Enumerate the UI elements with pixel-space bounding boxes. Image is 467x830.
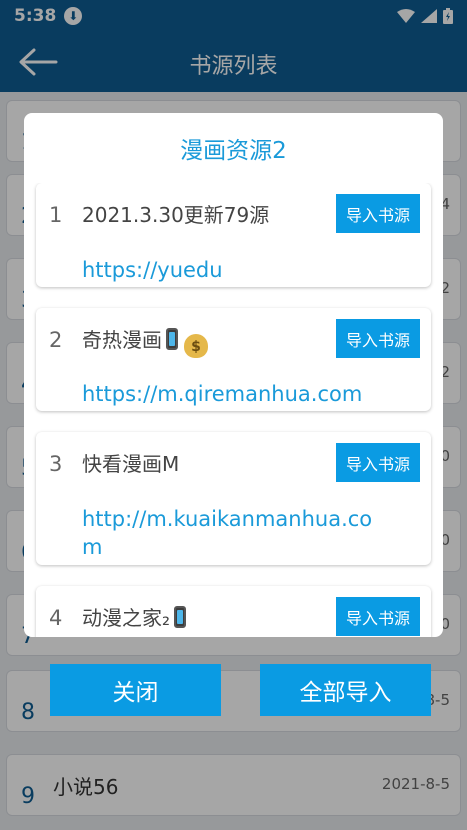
- source-list[interactable]: 1 2021.3.30更新79源 https://yuedu 导入书源 2 奇热…: [24, 183, 443, 637]
- dialog-title: 漫画资源2: [180, 138, 287, 164]
- source-card: 3 快看漫画M http://m.kuaikanmanhua.com 导入书源: [36, 432, 431, 565]
- money-bag-icon: $: [184, 334, 208, 358]
- source-index: 4: [49, 606, 63, 630]
- close-button[interactable]: 关闭: [50, 664, 221, 716]
- source-url[interactable]: https://yuedu: [82, 256, 382, 284]
- import-source-button[interactable]: 导入书源: [336, 443, 420, 482]
- source-name: 快看漫画M: [82, 452, 180, 476]
- source-card: 1 2021.3.30更新79源 https://yuedu 导入书源: [36, 183, 431, 287]
- source-url[interactable]: https://m.qiremanhua.com: [82, 380, 382, 408]
- source-card: 4 动漫之家₂ 导入书源: [36, 586, 431, 637]
- source-name-row: 奇热漫画 $: [82, 324, 208, 358]
- source-card: 2 奇热漫画 $ https://m.qiremanhua.com 导入书源: [36, 308, 431, 411]
- source-index: 1: [49, 203, 63, 227]
- mobile-phone-icon: [166, 328, 178, 350]
- source-name: 动漫之家₂: [82, 606, 171, 630]
- source-name: 奇热漫画: [82, 328, 162, 352]
- mobile-phone-icon: [174, 606, 187, 628]
- source-url[interactable]: http://m.kuaikanmanhua.com: [82, 505, 382, 561]
- import-all-button[interactable]: 全部导入: [260, 664, 431, 716]
- import-source-button[interactable]: 导入书源: [336, 597, 420, 636]
- source-index: 2: [49, 328, 63, 352]
- source-name: 2021.3.30更新79源: [82, 203, 270, 227]
- source-index: 3: [49, 452, 63, 476]
- import-dialog: 漫画资源2 1 2021.3.30更新79源 https://yuedu 导入书…: [24, 113, 443, 637]
- source-name-row: 动漫之家₂: [82, 602, 187, 631]
- import-source-button[interactable]: 导入书源: [336, 194, 420, 233]
- import-source-button[interactable]: 导入书源: [336, 319, 420, 358]
